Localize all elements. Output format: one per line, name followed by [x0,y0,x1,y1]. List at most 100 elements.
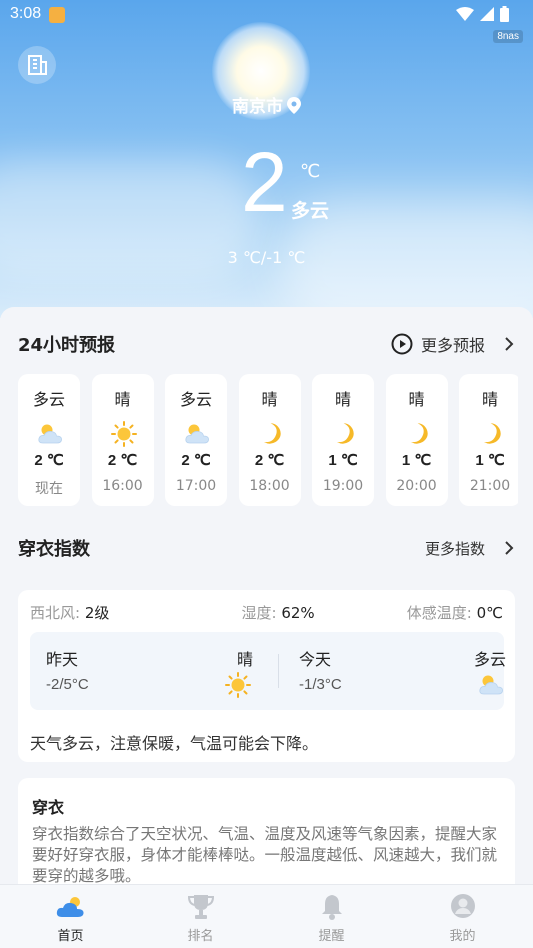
hourly-forecast-item[interactable]: 晴 1 ℃ 21:00 [459,374,518,506]
hour-temperature: 2 ℃ [107,452,138,469]
status-icons [456,6,509,22]
hour-condition: 晴 [261,390,278,409]
humidity-label: 湿度: [241,604,277,622]
partly-cloudy-icon [185,424,209,444]
hourly-forecast-header: 24小时预报 更多预报 [18,329,515,359]
humidity-value: 62% [281,604,315,622]
sun-icon [110,421,137,447]
bottom-tab-bar: 首页 排名 提醒 我的 [0,884,533,948]
today-panel: 今天 -1/3°C 多云 [283,632,520,710]
status-time: 3:08 [10,5,42,22]
city-manage-button[interactable] [18,46,56,84]
feels-like-label: 体感温度: [406,604,472,622]
hourly-forecast-item[interactable]: 多云 2 ℃ 现在 [18,374,80,506]
wind-value: 2级 [84,604,110,622]
hour-temperature: 1 ℃ [475,452,505,469]
clothing-index-title: 穿衣指数 [18,539,90,560]
status-bar: 3:08 8nas [0,0,533,43]
hour-condition: 晴 [114,390,131,409]
hourly-forecast-title: 24小时预报 [18,335,116,356]
chevron-right-icon [505,541,514,555]
clothing-tip: 天气多云，注意保暖，气温可能会下降。 [30,734,319,753]
tab-home[interactable]: 首页 [4,885,137,948]
trophy-icon [187,895,214,919]
yesterday-panel: 昨天 -2/5°C 晴 [30,632,267,710]
building-icon [28,55,47,75]
more-index-label: 更多指数 [424,539,485,558]
tab-ranking[interactable]: 排名 [134,885,267,948]
hour-temperature: 1 ℃ [401,452,432,469]
comparison-divider [278,654,279,688]
hour-temperature: 2 ℃ [254,452,285,469]
chevron-right-icon [505,337,514,351]
tab-reminder[interactable]: 提醒 [265,885,398,948]
humidity-metric: 湿度: 62% [241,602,314,623]
moon-icon [483,423,501,444]
wifi-icon [456,7,474,21]
sun-icon [225,672,251,698]
hour-condition: 多云 [179,390,212,409]
hour-time: 21:00 [469,478,511,494]
more-forecast-label: 更多预报 [420,336,485,355]
hourly-forecast-item[interactable]: 晴 1 ℃ 20:00 [385,374,448,506]
hour-time: 17:00 [175,478,217,494]
hour-time: 现在 [35,481,63,497]
feels-like-metric: 体感温度: 0℃ [407,602,503,623]
battery-icon [500,6,509,22]
tab-ranking-label: 排名 [187,929,214,944]
hour-temperature: 1 ℃ [328,452,358,469]
location-pin-icon [287,97,301,114]
app-notification-icon [49,7,65,23]
today-label: 今天 [299,650,332,669]
hour-condition: 晴 [408,390,425,409]
city-selector[interactable]: 南京市 [0,92,533,117]
partly-cloudy-icon [38,424,62,444]
hour-time: 16:00 [102,478,143,494]
feels-like-value: 0℃ [476,604,503,622]
tab-profile-label: 我的 [449,929,476,944]
today-range: -1/3°C [299,676,342,693]
tab-reminder-label: 提醒 [318,929,345,944]
clothing-index-card: 西北风: 2级 湿度: 62% 体感温度: 0℃ 昨天 -2/5°C 晴 今天 … [18,590,515,762]
city-name: 南京市 [232,97,283,117]
clothing-description-body: 穿衣指数综合了天空状况、气温、温度及风速等气象因素，提醒大家要好好穿衣服，身体才… [32,825,498,885]
hour-temperature: 2 ℃ [181,452,211,469]
day-comparison: 昨天 -2/5°C 晴 今天 -1/3°C 多云 [30,632,506,710]
moon-icon [263,423,281,444]
hour-condition: 晴 [334,390,351,409]
hour-time: 19:00 [322,478,364,494]
hour-time: 20:00 [396,478,437,494]
current-temperature: 2 [241,135,288,229]
more-forecast-link[interactable]: 更多预报 [391,332,515,356]
hourly-forecast-item[interactable]: 晴 1 ℃ 19:00 [312,374,374,506]
temperature-unit: ℃ [300,161,321,182]
user-icon [450,894,475,918]
yesterday-condition: 晴 [236,650,253,669]
wind-metric: 西北风: 2级 [30,602,109,623]
hour-condition: 多云 [32,390,65,409]
clothing-description-card: 穿衣 穿衣指数综合了天空状况、气温、温度及风速等气象因素，提醒大家要好好穿衣服，… [18,778,515,898]
partly-cloudy-icon [479,675,503,695]
weather-metrics: 西北风: 2级 湿度: 62% 体感温度: 0℃ [30,602,503,623]
hourly-forecast-item[interactable]: 多云 2 ℃ 17:00 [165,374,227,506]
tab-home-label: 首页 [57,929,84,944]
yesterday-range: -2/5°C [46,676,89,693]
hourly-forecast-item[interactable]: 晴 2 ℃ 18:00 [238,374,301,506]
hour-time: 18:00 [249,478,290,494]
status-label: 8nas [493,30,523,43]
wind-label: 西北风: [30,604,81,622]
clothing-index-header: 穿衣指数 更多指数 [18,533,515,563]
hourly-forecast-list[interactable]: 多云 2 ℃ 现在 晴 2 ℃ 16:00 多云 2 ℃ 17:00 晴 2 ℃ 18:00 晴 1 ℃ 1… [18,374,518,506]
moon-icon [410,423,428,444]
play-circle-icon [391,333,413,355]
clothing-description-title: 穿衣 [32,798,65,817]
more-index-link[interactable]: 更多指数 [425,538,515,559]
hour-temperature: 2 ℃ [34,452,64,469]
signal-icon [480,7,494,21]
yesterday-label: 昨天 [46,650,79,669]
tab-profile[interactable]: 我的 [396,885,529,948]
today-condition: 多云 [473,650,506,669]
hourly-forecast-item[interactable]: 晴 2 ℃ 16:00 [91,374,154,506]
bell-icon [321,895,342,920]
hour-condition: 晴 [481,390,498,409]
